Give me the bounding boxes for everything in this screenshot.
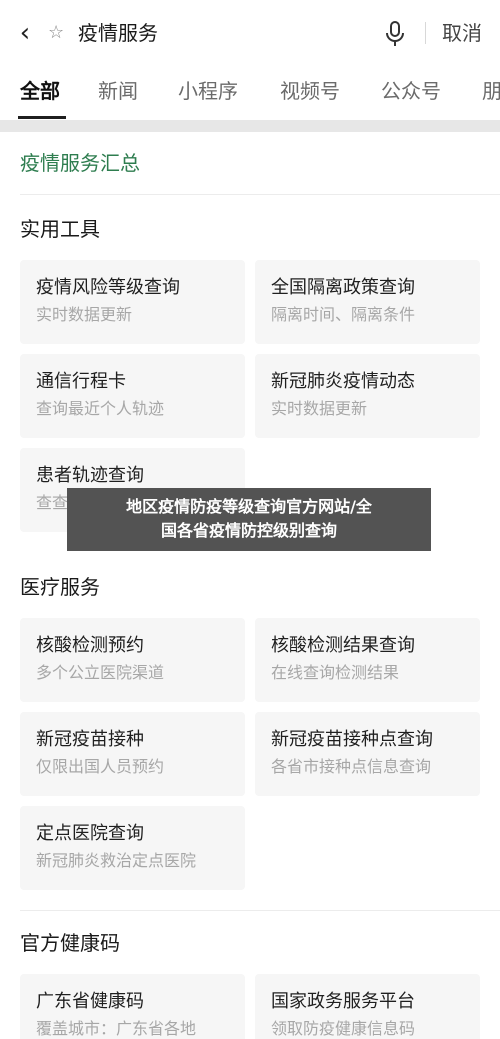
card-subtitle: 覆盖城市：广东省各地 [36,1019,197,1038]
card-nat-booking[interactable]: 核酸检测预约 多个公立医院渠道 [20,618,245,702]
tab-mini-programs[interactable]: 小程序 [178,78,238,104]
card-subtitle: 查询最近个人轨迹 [36,399,165,418]
card-title: 新冠疫苗接种点查询 [271,729,433,750]
card-nat-results[interactable]: 核酸检测结果查询 在线查询检测结果 [255,618,480,702]
card-title: 广东省健康码 [36,991,144,1012]
results-panel: 疫情服务汇总 实用工具 疫情风险等级查询 实时数据更新 全国隔离政策查询 隔离时… [0,132,500,1039]
card-vaccination-sites[interactable]: 新冠疫苗接种点查询 各省市接种点信息查询 [255,712,480,796]
card-subtitle: 隔离时间、隔离条件 [271,305,416,324]
caption-line-1: 地区疫情防疫等级查询官方网站/全 [126,497,372,516]
card-title: 通信行程卡 [36,371,126,392]
section-title-tools: 实用工具 [20,217,100,241]
card-title: 全国隔离政策查询 [271,277,415,298]
tab-official-accounts[interactable]: 公众号 [381,78,441,104]
summary-title[interactable]: 疫情服务汇总 [20,150,140,176]
star-icon[interactable]: ☆ [48,22,64,43]
active-tab-indicator [18,116,66,119]
card-title: 核酸检测结果查询 [271,635,415,656]
card-subtitle: 新冠肺炎救治定点医院 [36,851,197,870]
card-subtitle: 仅限出国人员预约 [36,757,165,776]
search-bar: ‹ ☆ 疫情服务 取消 [0,0,500,64]
tab-channels[interactable]: 视频号 [280,78,340,104]
search-input[interactable]: 疫情服务 [78,20,158,46]
card-title: 新冠肺炎疫情动态 [271,371,415,392]
section-title-medical: 医疗服务 [20,575,100,599]
card-national-service-platform[interactable]: 国家政务服务平台 领取防疫健康信息码 [255,974,480,1039]
tab-moments[interactable]: 朋 [482,78,500,104]
card-subtitle: 实时数据更新 [36,305,133,324]
divider [20,910,500,911]
section-title-health-code: 官方健康码 [20,931,120,955]
card-subtitle: 各省市接种点信息查询 [271,757,432,776]
caption-line-2: 国各省疫情防控级别查询 [160,521,337,540]
card-designated-hospitals[interactable]: 定点医院查询 新冠肺炎救治定点医院 [20,806,245,890]
card-title: 新冠疫苗接种 [36,729,144,750]
tab-all[interactable]: 全部 [20,78,60,104]
card-epidemic-updates[interactable]: 新冠肺炎疫情动态 实时数据更新 [255,354,480,438]
card-subtitle: 实时数据更新 [271,399,368,418]
card-subtitle: 查查 [36,493,69,512]
divider [20,194,500,195]
card-subtitle: 多个公立医院渠道 [36,663,165,682]
card-risk-level-query[interactable]: 疫情风险等级查询 实时数据更新 [20,260,245,344]
card-title: 核酸检测预约 [36,635,144,656]
microphone-icon[interactable] [384,20,406,48]
caption-overlay: 地区疫情防疫等级查询官方网站/全 国各省疫情防控级别查询 [67,488,431,551]
filter-tabs: 全部 新闻 小程序 视频号 公众号 朋 [0,64,500,120]
card-title: 疫情风险等级查询 [36,277,180,298]
card-quarantine-policy[interactable]: 全国隔离政策查询 隔离时间、隔离条件 [255,260,480,344]
card-guangdong-health-code[interactable]: 广东省健康码 覆盖城市：广东省各地 [20,974,245,1039]
card-travel-card[interactable]: 通信行程卡 查询最近个人轨迹 [20,354,245,438]
tab-news[interactable]: 新闻 [98,78,138,104]
card-title: 患者轨迹查询 [36,465,144,486]
section-gap [0,120,500,132]
cancel-button[interactable]: 取消 [442,20,482,46]
card-title: 国家政务服务平台 [271,991,415,1012]
card-title: 定点医院查询 [36,823,144,844]
card-vaccination[interactable]: 新冠疫苗接种 仅限出国人员预约 [20,712,245,796]
card-subtitle: 在线查询检测结果 [271,663,400,682]
back-icon[interactable]: ‹ [12,18,38,48]
divider [425,22,426,44]
card-subtitle: 领取防疫健康信息码 [271,1019,416,1038]
